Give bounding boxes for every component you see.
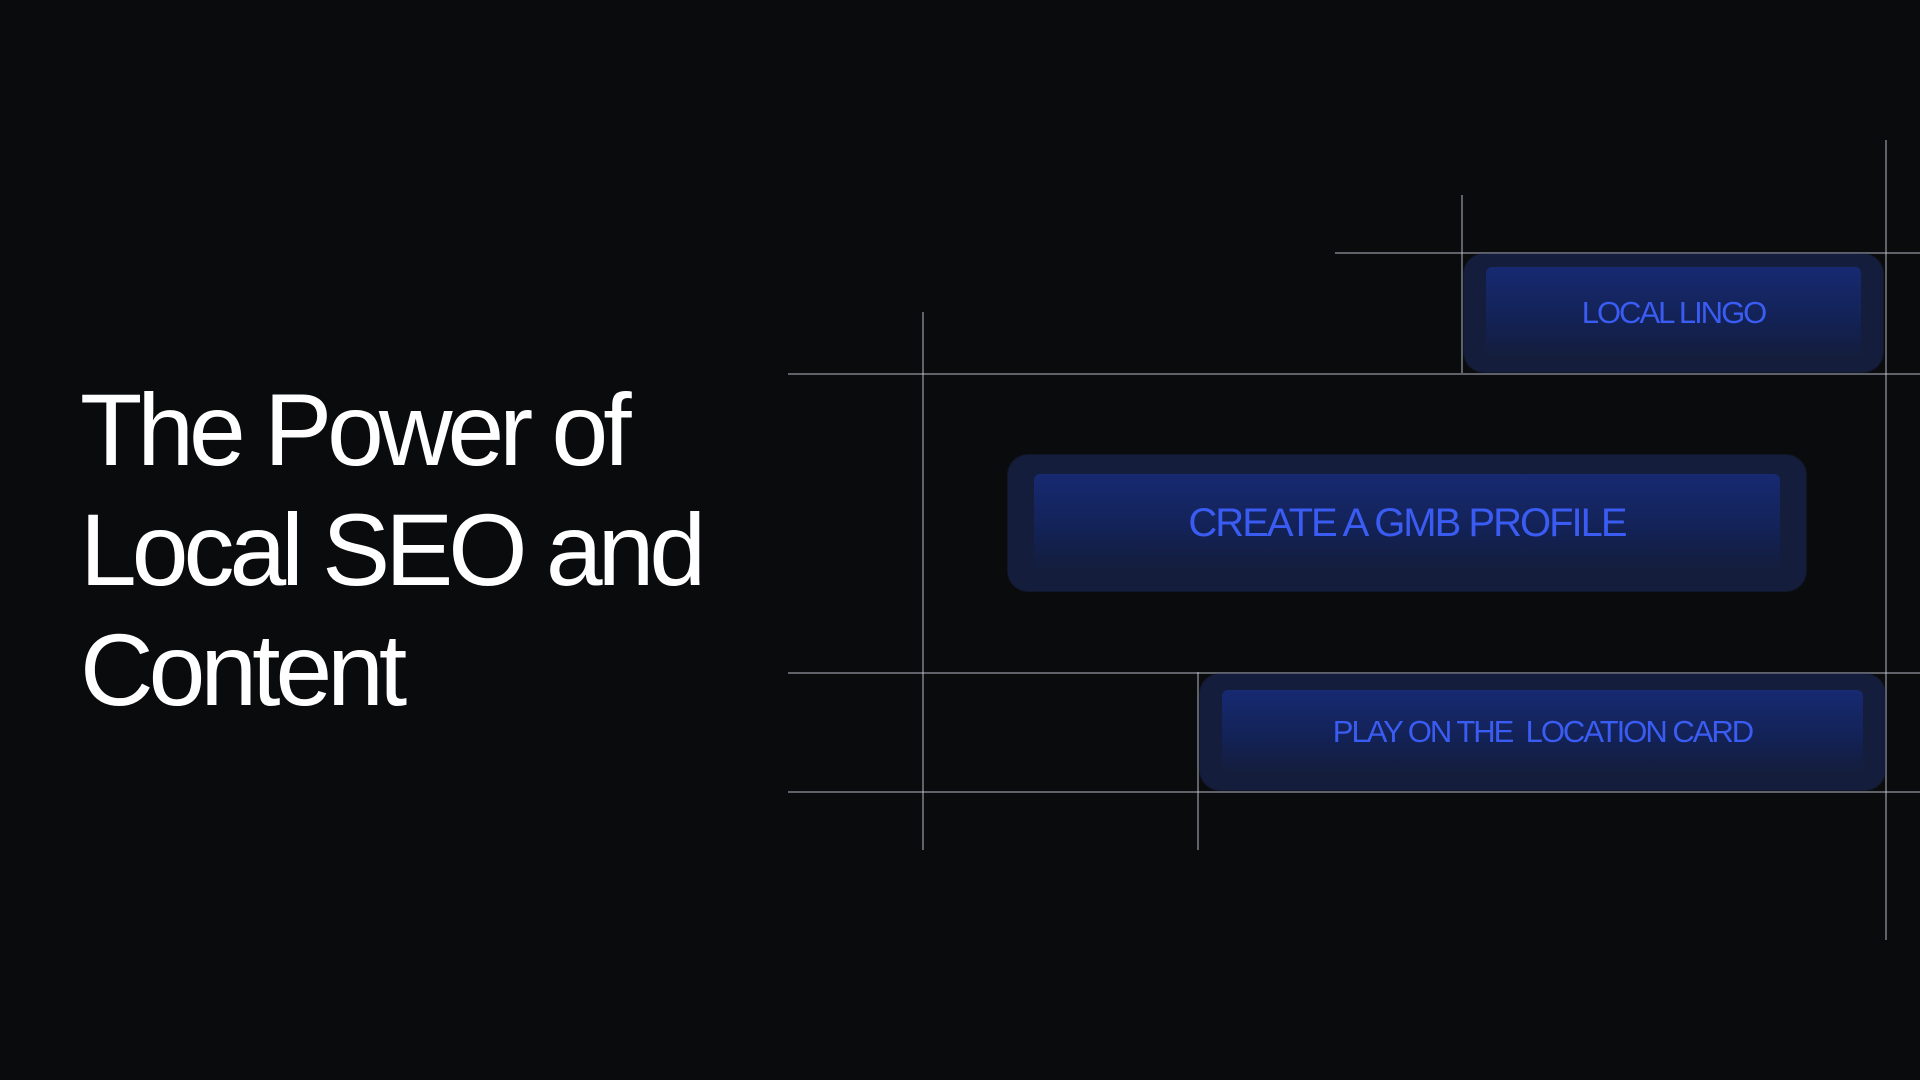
slide: The Power of Local SEO and Content LOCAL… (0, 0, 1920, 1080)
pill-play-on-location-card: PLAY ON THE LOCATION CARD (1200, 674, 1885, 790)
slide-title: The Power of Local SEO and Content (80, 370, 706, 730)
pill-inner: CREATE A GMB PROFILE (1034, 474, 1780, 572)
slide-title-line-3: Content (80, 613, 407, 727)
pill-inner: PLAY ON THE LOCATION CARD (1222, 690, 1863, 774)
pill-create-gmb-profile: CREATE A GMB PROFILE (1008, 455, 1806, 591)
slide-title-line-2: Local SEO and (80, 493, 706, 607)
pill-label: CREATE A GMB PROFILE (1188, 500, 1627, 545)
slide-title-line-1: The Power of (80, 373, 632, 487)
pill-local-lingo: LOCAL LINGO (1464, 254, 1883, 372)
pill-label: LOCAL LINGO (1581, 295, 1768, 330)
guide-line-horizontal-bottom (788, 791, 1920, 793)
guide-line-vertical-top-pill (1461, 195, 1463, 373)
guide-line-vertical-left (922, 312, 924, 850)
guide-line-vertical-right (1885, 140, 1887, 940)
guide-line-vertical-bottom-pill (1197, 672, 1199, 850)
pill-label: PLAY ON THE LOCATION CARD (1332, 714, 1754, 749)
pill-inner: LOCAL LINGO (1486, 267, 1861, 359)
guide-line-horizontal-upper (788, 373, 1920, 375)
